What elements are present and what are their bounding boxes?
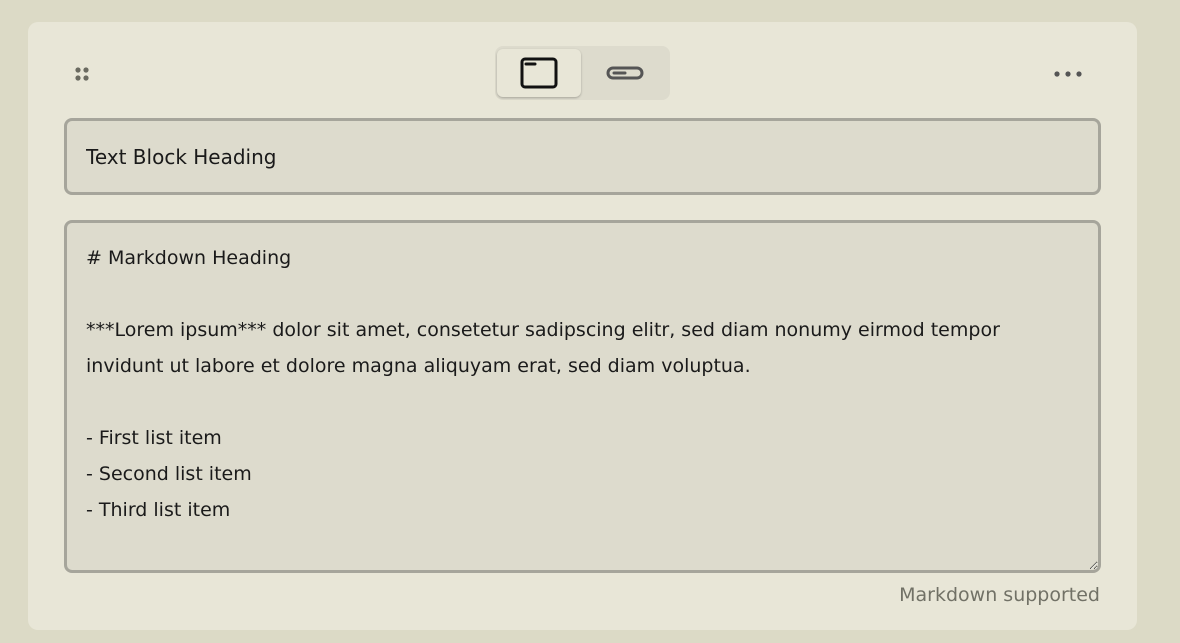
markdown-hint: Markdown supported [899,584,1100,606]
drag-handle-icon[interactable] [72,64,92,84]
view-mode-toggle [495,46,670,100]
block-view-button[interactable] [497,49,581,97]
heading-input[interactable] [64,118,1101,195]
more-horizontal-icon [1054,71,1082,77]
more-options-button[interactable] [1050,62,1086,86]
text-block-editor-card: # Markdown Heading ***Lorem ipsum*** dol… [28,22,1137,630]
markdown-body-textarea[interactable]: # Markdown Heading ***Lorem ipsum*** dol… [64,220,1101,573]
inline-bar-icon [606,66,644,80]
inline-view-button[interactable] [583,49,667,97]
window-icon [520,57,558,89]
